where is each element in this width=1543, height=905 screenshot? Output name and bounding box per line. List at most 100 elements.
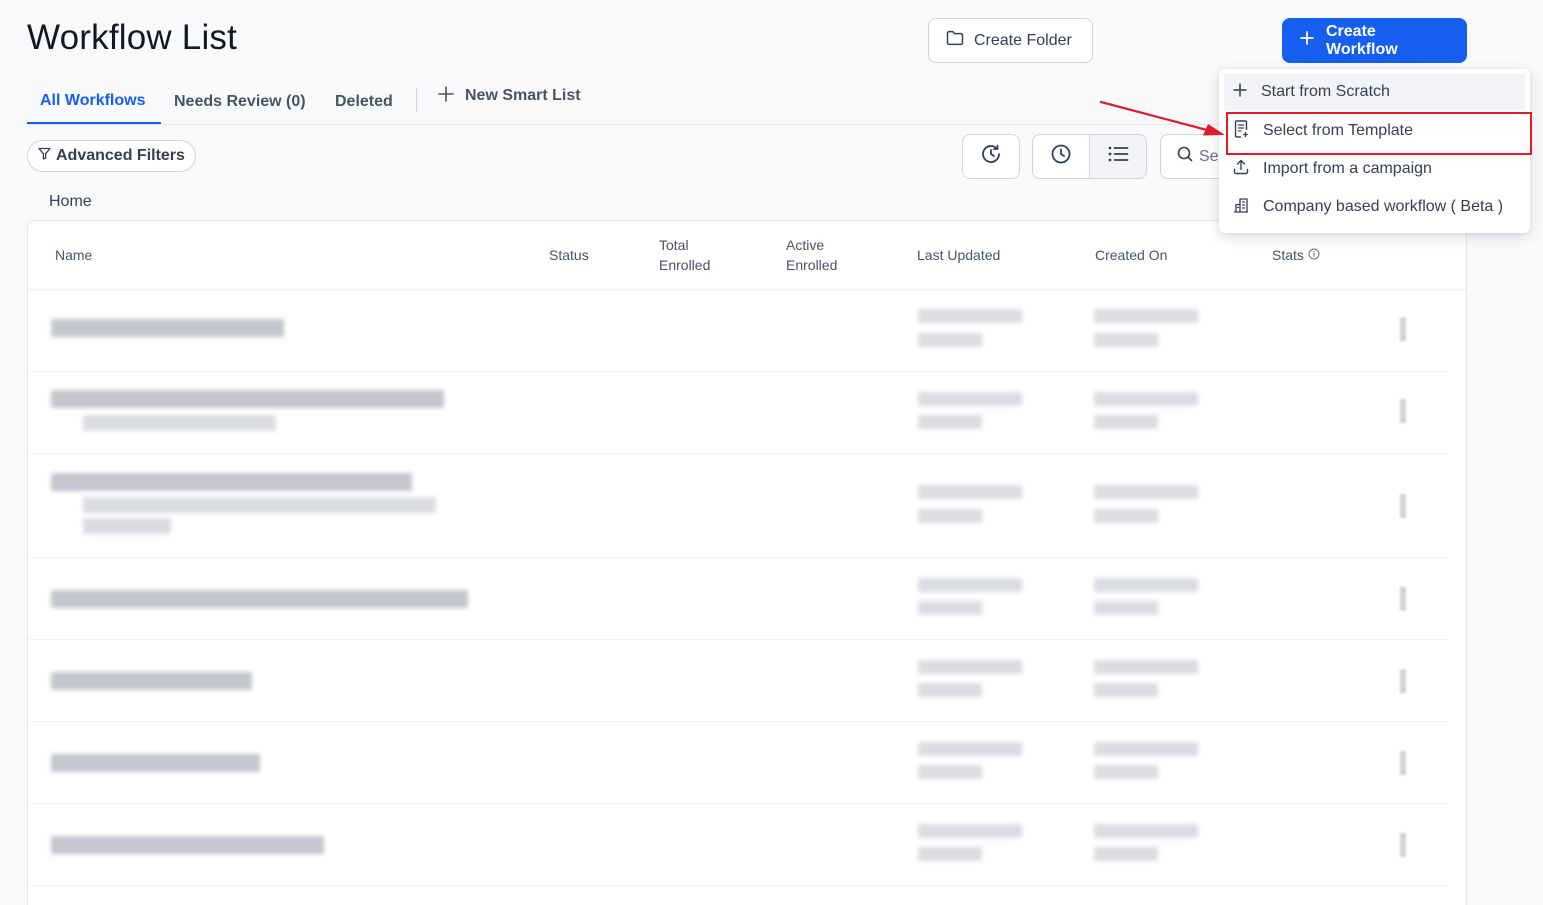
last-updated-redacted: [918, 660, 1022, 674]
company-based-workflow-item[interactable]: Company based workflow ( Beta ): [1224, 189, 1525, 225]
start-from-scratch-item[interactable]: Start from Scratch: [1224, 74, 1525, 110]
tab-deleted[interactable]: Deleted: [322, 80, 406, 124]
tab-divider: [416, 88, 417, 112]
created-on-redacted: [1094, 683, 1158, 697]
table-row[interactable]: [28, 640, 1448, 722]
created-on-redacted: [1094, 333, 1158, 347]
created-on-redacted: [1094, 660, 1198, 674]
last-updated-redacted: [918, 765, 982, 779]
plus-icon: [1233, 82, 1247, 102]
table-row[interactable]: [28, 290, 1448, 372]
workflow-name-redacted: [51, 390, 444, 408]
breadcrumb-home[interactable]: Home: [49, 193, 92, 210]
create-workflow-button[interactable]: Create Workflow: [1282, 18, 1467, 63]
last-updated-redacted: [918, 742, 1022, 756]
import-from-campaign-item[interactable]: Import from a campaign: [1224, 151, 1525, 187]
row-actions-icon[interactable]: [1400, 494, 1406, 518]
recent-button[interactable]: [1032, 134, 1090, 179]
last-updated-redacted: [918, 485, 1022, 499]
page-title: Workflow List: [27, 18, 238, 57]
workflow-table: Name Status Total Enrolled Active Enroll…: [27, 220, 1467, 905]
workflow-name-redacted: [51, 754, 260, 772]
workflow-name-redacted: [51, 672, 252, 690]
tab-label: Deleted: [335, 93, 393, 110]
last-updated-redacted: [918, 392, 1022, 406]
created-on-redacted: [1094, 485, 1198, 499]
create-folder-label: Create Folder: [974, 31, 1072, 49]
created-on-redacted: [1094, 824, 1198, 838]
stats-label: Stats: [1272, 247, 1304, 263]
menu-item-label: Import from a campaign: [1263, 160, 1432, 177]
created-on-redacted: [1094, 578, 1198, 592]
create-workflow-label: Create Workflow: [1326, 22, 1398, 58]
workflow-name-redacted: [51, 319, 284, 337]
column-active-enrolled: Active Enrolled: [786, 237, 838, 273]
workflow-name-redacted: [83, 518, 171, 534]
last-updated-redacted: [918, 847, 982, 861]
created-on-redacted: [1094, 309, 1198, 323]
tab-label: All Workflows: [40, 92, 146, 109]
last-updated-redacted: [918, 415, 982, 429]
table-row[interactable]: [28, 372, 1448, 454]
last-updated-redacted: [918, 333, 982, 347]
upload-icon: [1233, 159, 1249, 180]
tab-label: New Smart List: [465, 87, 581, 104]
last-updated-redacted: [918, 509, 982, 523]
info-icon[interactable]: [1308, 245, 1320, 265]
folder-icon: [946, 30, 964, 51]
last-updated-redacted: [918, 578, 1022, 592]
column-total-enrolled: Total Enrolled: [659, 237, 711, 273]
workflow-name-redacted: [51, 473, 412, 491]
advanced-filters-label: Advanced Filters: [56, 147, 185, 164]
tab-label: Needs Review (0): [174, 93, 306, 110]
row-actions-icon[interactable]: [1400, 399, 1406, 423]
column-created-on: Created On: [1095, 247, 1168, 263]
created-on-redacted: [1094, 601, 1158, 615]
last-updated-redacted: [918, 309, 1022, 323]
menu-item-label: Company based workflow ( Beta ): [1263, 198, 1504, 215]
workflow-name-redacted: [83, 415, 276, 431]
workflow-name-redacted: [51, 590, 468, 608]
table-row[interactable]: [28, 804, 1448, 886]
advanced-filters-button[interactable]: Advanced Filters: [27, 140, 196, 172]
plus-icon: [438, 85, 454, 107]
row-actions-icon[interactable]: [1400, 317, 1406, 341]
list-icon: [1107, 145, 1129, 168]
annotation-arrow-icon: [1099, 100, 1225, 136]
created-on-redacted: [1094, 847, 1158, 861]
search-placeholder: Se: [1199, 147, 1219, 165]
table-row[interactable]: [28, 454, 1448, 558]
breadcrumb[interactable]: Home: [49, 193, 92, 211]
created-on-redacted: [1094, 415, 1158, 429]
row-actions-icon[interactable]: [1400, 833, 1406, 857]
clock-icon: [1050, 143, 1072, 170]
column-last-updated: Last Updated: [917, 247, 1001, 263]
template-highlight-box: [1226, 112, 1532, 155]
last-updated-redacted: [918, 824, 1022, 838]
column-status: Status: [549, 247, 589, 263]
create-folder-button[interactable]: Create Folder: [928, 18, 1093, 63]
filter-icon: [38, 147, 51, 165]
building-icon: [1233, 197, 1249, 218]
table-row[interactable]: [28, 558, 1448, 640]
row-actions-icon[interactable]: [1400, 751, 1406, 775]
row-actions-icon[interactable]: [1400, 669, 1406, 693]
created-on-redacted: [1094, 392, 1198, 406]
tab-needs-review[interactable]: Needs Review (0): [161, 80, 319, 124]
last-updated-redacted: [918, 601, 982, 615]
workflow-name-redacted: [83, 497, 436, 513]
search-icon: [1177, 146, 1193, 167]
clock-history-icon: [980, 143, 1002, 170]
table-row[interactable]: [28, 722, 1448, 804]
row-actions-icon[interactable]: [1400, 587, 1406, 611]
history-button[interactable]: [962, 134, 1020, 179]
created-on-redacted: [1094, 765, 1158, 779]
workflow-name-redacted: [51, 836, 324, 854]
created-on-redacted: [1094, 509, 1158, 523]
menu-item-label: Start from Scratch: [1261, 83, 1390, 100]
created-on-redacted: [1094, 742, 1198, 756]
last-updated-redacted: [918, 683, 982, 697]
plus-icon: [1300, 31, 1314, 50]
tab-all-workflows[interactable]: All Workflows: [27, 80, 161, 124]
new-smart-list-button[interactable]: New Smart List: [425, 74, 594, 118]
